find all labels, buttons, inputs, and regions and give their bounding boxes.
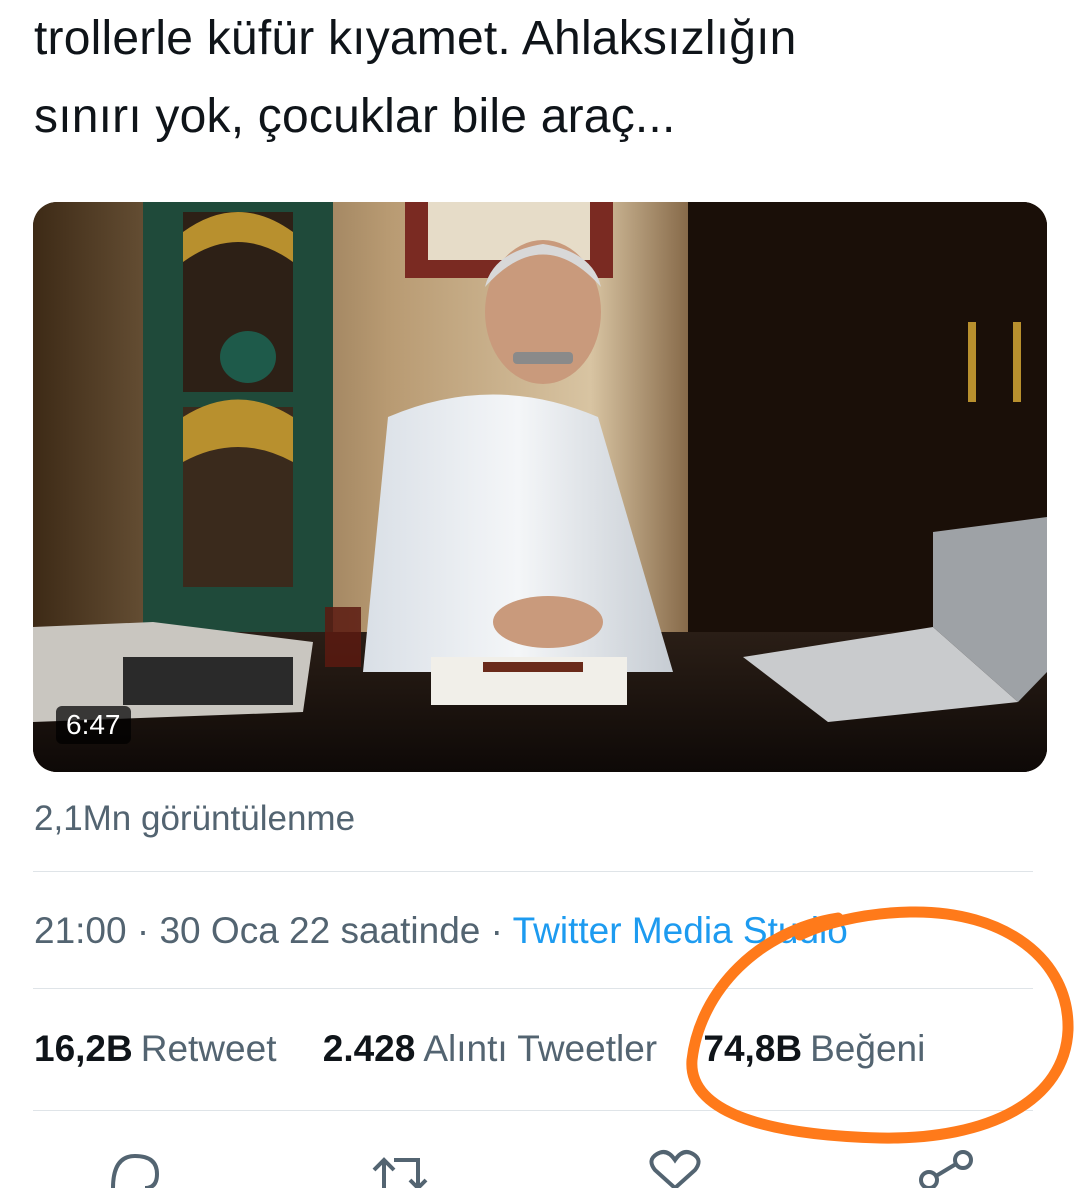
tweet-date[interactable]: 30 Oca 22 saatinde: [159, 910, 480, 951]
tweet-action-bar: [0, 1148, 1080, 1191]
tweet-text: trollerle küfür kıyamet. Ahlaksızlığın s…: [34, 0, 1044, 156]
reply-icon: [111, 1153, 160, 1190]
tweet-time[interactable]: 21:00: [34, 910, 127, 951]
quotes-stat[interactable]: 2.428 Alıntı Tweetler: [323, 1028, 657, 1070]
likes-label: Beğeni: [810, 1028, 926, 1069]
like-icon: [649, 1150, 701, 1191]
share-button[interactable]: [915, 1148, 975, 1190]
video-thumbnail[interactable]: [33, 202, 1047, 772]
retweets-stat[interactable]: 16,2B Retweet: [34, 1028, 276, 1070]
video-frame-image: [33, 202, 1047, 772]
retweet-button[interactable]: [370, 1148, 430, 1191]
tweet-source-link[interactable]: Twitter Media Studio: [513, 910, 848, 951]
timestamp-separator: ·: [126, 910, 160, 951]
retweets-label: Retweet: [140, 1028, 277, 1069]
likes-count: 74,8B: [703, 1028, 803, 1069]
reply-button[interactable]: [105, 1148, 165, 1190]
like-button[interactable]: [645, 1148, 705, 1191]
video-duration-badge: 6:47: [56, 706, 131, 744]
share-icon: [919, 1150, 973, 1190]
timestamp-separator: ·: [480, 910, 513, 951]
tweet-text-line-2: sınırı yok, çocuklar bile araç...: [34, 90, 676, 143]
quotes-label: Alıntı Tweetler: [423, 1028, 658, 1069]
likes-stat[interactable]: 74,8B Beğeni: [703, 1028, 925, 1070]
retweet-icon: [372, 1157, 428, 1191]
divider: [33, 988, 1033, 989]
divider: [33, 1110, 1033, 1111]
view-count: 2,1Mn görüntülenme: [34, 799, 356, 838]
tweet-text-line-1: trollerle küfür kıyamet. Ahlaksızlığın: [34, 12, 797, 65]
retweets-count: 16,2B: [34, 1028, 133, 1069]
engagement-stats: 16,2B Retweet 2.428 Alıntı Tweetler 74,8B B…: [34, 1028, 961, 1070]
tweet-timestamp: 21:00 · 30 Oca 22 saatinde · Twitter Med…: [34, 910, 848, 952]
divider: [33, 871, 1033, 872]
quotes-count: 2.428: [322, 1028, 416, 1069]
